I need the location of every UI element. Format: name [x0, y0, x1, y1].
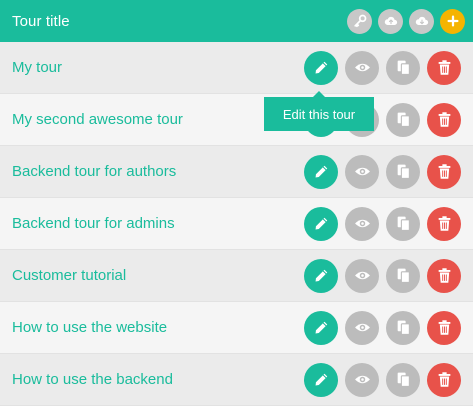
trash-icon [438, 268, 450, 283]
edit-tooltip: Edit this tour [264, 91, 374, 131]
tour-row-actions [304, 206, 473, 241]
tour-title-link[interactable]: Backend tour for admins [0, 215, 304, 232]
edit-tour-button[interactable] [304, 310, 338, 345]
download-button[interactable] [409, 8, 434, 34]
tour-row-actions [304, 362, 473, 397]
edit-tour-button[interactable] [304, 206, 338, 241]
pencil-icon [315, 61, 327, 74]
edit-tour-button[interactable] [304, 50, 338, 85]
tour-title-link[interactable]: Backend tour for authors [0, 163, 304, 180]
tour-title-link[interactable]: How to use the website [0, 319, 304, 336]
eye-icon [354, 375, 370, 384]
copy-icon [397, 268, 410, 283]
delete-tour-button[interactable] [427, 154, 461, 189]
preview-tour-button[interactable] [345, 258, 379, 293]
delete-tour-button[interactable] [427, 50, 461, 85]
duplicate-tour-button[interactable] [386, 206, 420, 241]
tour-row-actions [304, 50, 473, 85]
pencil-icon [315, 269, 327, 282]
cloud-upload-icon [384, 16, 397, 25]
duplicate-tour-button[interactable] [386, 258, 420, 293]
eye-icon [354, 323, 370, 332]
tour-title-link[interactable]: My tour [0, 59, 304, 76]
copy-icon [397, 164, 410, 179]
preview-tour-button[interactable] [345, 362, 379, 397]
tour-list: My tour My second awesome tour Backend t… [0, 42, 473, 406]
trash-icon [438, 320, 450, 335]
trash-icon [438, 372, 450, 387]
upload-button[interactable] [378, 8, 403, 34]
duplicate-tour-button[interactable] [386, 310, 420, 345]
pencil-icon [315, 165, 327, 178]
copy-icon [397, 216, 410, 231]
tour-row: My tour [0, 42, 473, 94]
edit-tour-button[interactable] [304, 258, 338, 293]
tour-row: My second awesome tour [0, 94, 473, 146]
duplicate-tour-button[interactable] [386, 50, 420, 85]
duplicate-tour-button[interactable] [386, 362, 420, 397]
tour-row: Customer tutorial [0, 250, 473, 302]
trash-icon [438, 164, 450, 179]
delete-tour-button[interactable] [427, 206, 461, 241]
tour-title-link[interactable]: How to use the backend [0, 371, 304, 388]
pencil-icon [315, 373, 327, 386]
eye-icon [354, 219, 370, 228]
trash-icon [438, 216, 450, 231]
duplicate-tour-button[interactable] [386, 102, 420, 137]
eye-icon [354, 167, 370, 176]
preview-tour-button[interactable] [345, 310, 379, 345]
trash-icon [438, 112, 450, 127]
key-button[interactable] [347, 8, 372, 34]
eye-icon [354, 271, 370, 280]
delete-tour-button[interactable] [427, 258, 461, 293]
edit-tour-button[interactable] [304, 154, 338, 189]
tour-row: How to use the backend [0, 354, 473, 406]
edit-tour-button[interactable] [304, 362, 338, 397]
tour-row-actions [304, 258, 473, 293]
trash-icon [438, 60, 450, 75]
copy-icon [397, 112, 410, 127]
copy-icon [397, 60, 410, 75]
cloud-download-icon [415, 16, 428, 25]
delete-tour-button[interactable] [427, 310, 461, 345]
header-actions [347, 8, 473, 34]
preview-tour-button[interactable] [345, 206, 379, 241]
header-title: Tour title [12, 12, 70, 30]
preview-tour-button[interactable] [345, 50, 379, 85]
delete-tour-button[interactable] [427, 362, 461, 397]
pencil-icon [315, 217, 327, 230]
tour-row: How to use the website [0, 302, 473, 354]
tour-row-actions [304, 154, 473, 189]
tour-title-link[interactable]: Customer tutorial [0, 267, 304, 284]
delete-tour-button[interactable] [427, 102, 461, 137]
tours-header: Tour title [0, 0, 473, 42]
tour-title-link[interactable]: My second awesome tour [0, 111, 304, 128]
preview-tour-button[interactable] [345, 154, 379, 189]
copy-icon [397, 372, 410, 387]
key-icon [353, 14, 366, 28]
tour-row-actions [304, 310, 473, 345]
eye-icon [354, 63, 370, 72]
tour-row: Backend tour for authors [0, 146, 473, 198]
tour-row: Backend tour for admins [0, 198, 473, 250]
pencil-icon [315, 321, 327, 334]
duplicate-tour-button[interactable] [386, 154, 420, 189]
plus-icon [446, 15, 459, 27]
copy-icon [397, 320, 410, 335]
add-tour-button[interactable] [440, 8, 465, 34]
